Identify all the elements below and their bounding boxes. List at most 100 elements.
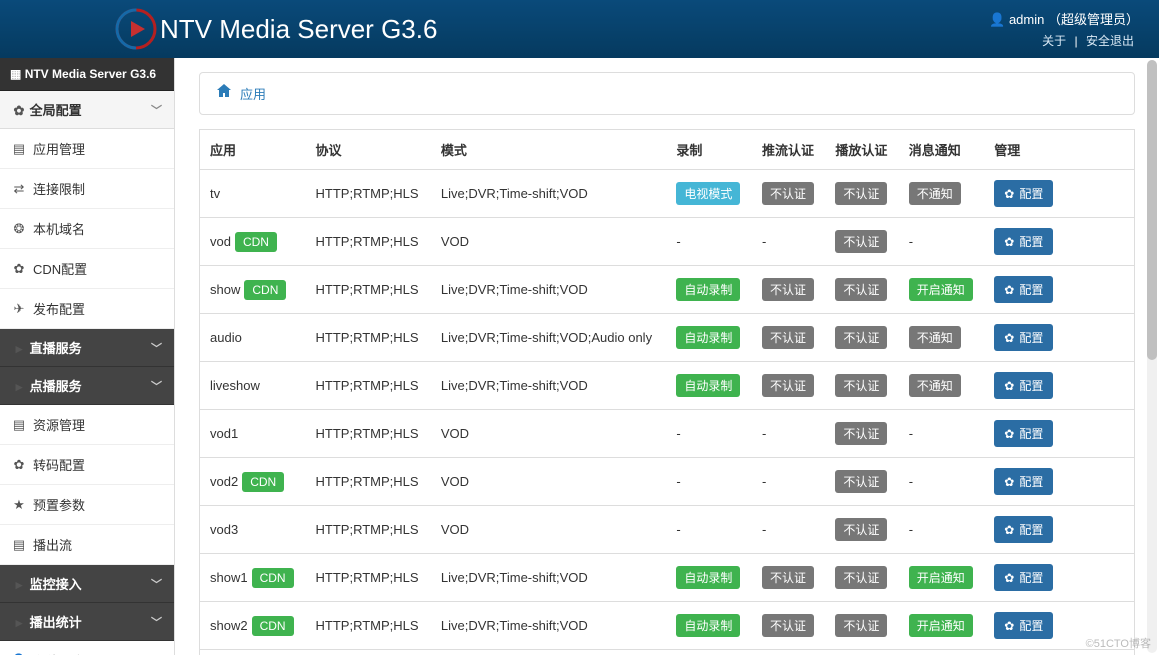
group-icon: ▸: [12, 616, 26, 630]
list-icon: ▤: [12, 142, 26, 156]
config-button[interactable]: ✿配置: [994, 420, 1053, 447]
table-cell: 开启通知: [899, 602, 985, 650]
app-cell: vod3: [200, 506, 306, 554]
button-label: 配置: [1019, 377, 1043, 394]
status-badge: 不认证: [762, 278, 814, 301]
mode-cell: Live;DVR;Time-shift;VOD: [431, 650, 667, 655]
chevron-down-icon: ﹀: [151, 378, 162, 394]
breadcrumb: 应用: [199, 72, 1135, 115]
column-header: 录制: [666, 130, 752, 170]
table-cell: 不认证: [752, 650, 825, 655]
table-cell: -: [666, 506, 752, 554]
about-link[interactable]: 关于: [1037, 34, 1071, 48]
home-icon[interactable]: [216, 83, 232, 104]
table-cell: 不认证: [825, 266, 898, 314]
table-cell: -: [752, 506, 825, 554]
status-badge: 不通知: [909, 182, 961, 205]
table-cell: 不认证: [825, 218, 898, 266]
app-title: NTV Media Server G3.6: [160, 14, 437, 45]
cdn-badge: CDN: [235, 232, 277, 252]
scrollbar-thumb[interactable]: [1147, 60, 1157, 360]
config-button[interactable]: ✿配置: [994, 516, 1053, 543]
user-info[interactable]: 👤 admin （超级管理员）: [989, 9, 1139, 28]
sidebar-group[interactable]: ▸ 直播服务﹀: [0, 329, 174, 367]
column-header: 管理: [984, 130, 1134, 170]
cdn-badge: CDN: [252, 568, 294, 588]
sidebar-item-label: 资源管理: [33, 415, 85, 434]
config-button[interactable]: ✿ 配置: [994, 372, 1053, 399]
gear-icon: ✿: [1004, 235, 1014, 249]
actions-cell: ✿配置: [984, 314, 1134, 362]
status-badge: 不认证: [835, 614, 887, 637]
protocol-cell: HTTP;RTMP;HLS: [306, 650, 431, 655]
sidebar-item-label: 转码配置: [33, 455, 85, 474]
mode-cell: Live;DVR;Time-shift;VOD: [431, 170, 667, 218]
sidebar-item[interactable]: ✿CDN配置: [0, 249, 174, 289]
status-badge: 不认证: [835, 470, 887, 493]
config-button[interactable]: ✿配置: [994, 564, 1053, 591]
app-cell: vod1: [200, 410, 306, 458]
table-cell: -: [899, 506, 985, 554]
gear-icon: ✿: [1004, 427, 1014, 441]
app-name: vod: [210, 234, 231, 249]
sidebar-group-label: 点播服务: [26, 379, 82, 394]
sidebar-group[interactable]: ▸ 播出统计﹀: [0, 603, 174, 641]
sidebar-group[interactable]: ▸ 监控接入﹀: [0, 565, 174, 603]
cdn-badge: CDN: [244, 280, 286, 300]
sidebar-item-label: 播出流: [33, 535, 72, 554]
config-button[interactable]: ✿配置: [994, 612, 1053, 639]
apps-table: 应用协议模式录制推流认证播放认证消息通知管理 tvHTTP;RTMP;HLSLi…: [199, 129, 1135, 655]
actions-cell: ✿配置: [984, 218, 1134, 266]
sidebar-item[interactable]: ★预置参数: [0, 485, 174, 525]
status-badge: 不认证: [835, 326, 887, 349]
gear-icon: ✿: [1004, 523, 1014, 537]
page-header: NTV Media Server G3.6 👤 admin （超级管理员） 关于…: [0, 0, 1159, 58]
app-name: show2: [210, 618, 248, 633]
config-button[interactable]: ✿配置: [994, 324, 1053, 351]
status-badge: 不认证: [835, 566, 887, 589]
table-cell: 不认证: [752, 170, 825, 218]
table-cell: 不通知: [899, 170, 985, 218]
table-cell: 不认证: [825, 458, 898, 506]
table-cell: 自动录制: [666, 362, 752, 410]
sidebar-item[interactable]: ✈发布配置: [0, 289, 174, 329]
table-cell: 自动录制: [666, 554, 752, 602]
config-button[interactable]: ✿配置: [994, 228, 1053, 255]
sidebar-item-label: 本机域名: [33, 219, 85, 238]
table-cell: 自动录制: [666, 650, 752, 655]
mode-cell: VOD: [431, 410, 667, 458]
sidebar-item[interactable]: ✿ 转码配置: [0, 445, 174, 485]
table-row: show2CDNHTTP;RTMP;HLSLive;DVR;Time-shift…: [200, 602, 1135, 650]
group-icon: ▸: [12, 342, 26, 356]
table-cell: 自动录制: [666, 266, 752, 314]
gear-icon: ✿: [1004, 379, 1014, 393]
config-button[interactable]: ✿配置: [994, 276, 1053, 303]
sidebar-item[interactable]: ▤播出流: [0, 525, 174, 565]
sidebar-item[interactable]: ⇄连接限制: [0, 169, 174, 209]
sidebar-item[interactable]: ▤资源管理: [0, 405, 174, 445]
breadcrumb-label[interactable]: 应用: [240, 84, 266, 103]
sidebar-title: ▦ NTV Media Server G3.6: [0, 58, 174, 91]
button-label: 配置: [1019, 329, 1043, 346]
sidebar-item[interactable]: 👤在线用户: [0, 641, 174, 655]
table-cell: 开启通知: [899, 266, 985, 314]
table-cell: 不认证: [825, 362, 898, 410]
app-cell: show3: [200, 650, 306, 655]
sidebar-item[interactable]: ▤应用管理: [0, 129, 174, 169]
column-header: 应用: [200, 130, 306, 170]
table-cell: 不认证: [752, 554, 825, 602]
config-button[interactable]: ✿配置: [994, 180, 1053, 207]
table-cell: -: [899, 458, 985, 506]
table-cell: 不认证: [825, 650, 898, 655]
sidebar-item[interactable]: ❂本机域名: [0, 209, 174, 249]
scrollbar[interactable]: [1147, 60, 1157, 653]
config-button[interactable]: ✿配置: [994, 468, 1053, 495]
protocol-cell: HTTP;RTMP;HLS: [306, 458, 431, 506]
sidebar-group[interactable]: ✿ 全局配置﹀: [0, 91, 174, 129]
actions-cell: ✿配置: [984, 506, 1134, 554]
logout-link[interactable]: 安全退出: [1081, 34, 1139, 48]
gear-icon: ✿: [12, 458, 26, 472]
table-cell: 不通知: [899, 362, 985, 410]
table-row: liveshowHTTP;RTMP;HLSLive;DVR;Time-shift…: [200, 362, 1135, 410]
sidebar-group[interactable]: ▸ 点播服务﹀: [0, 367, 174, 405]
